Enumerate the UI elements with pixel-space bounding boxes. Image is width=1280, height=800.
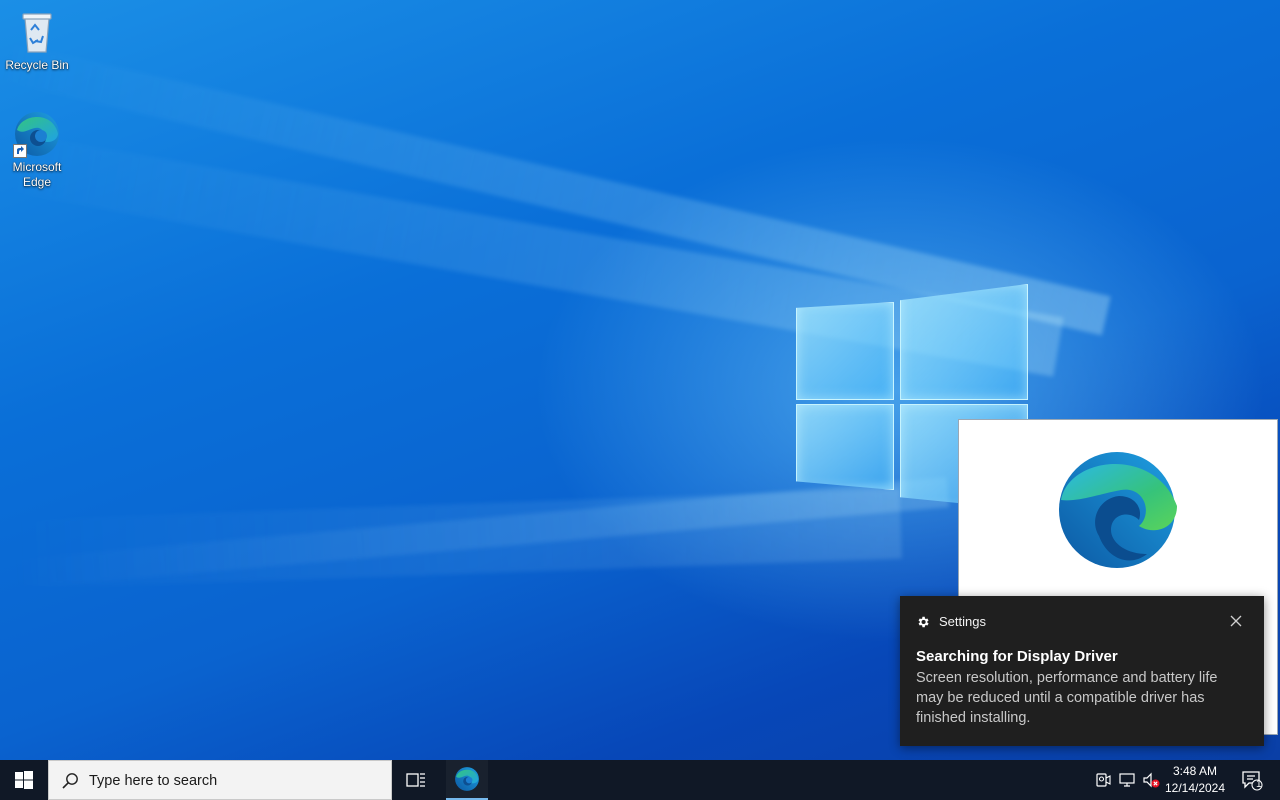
notification-app-name: Settings bbox=[939, 614, 986, 629]
notification-toast[interactable]: Settings Searching for Display Driver Sc… bbox=[900, 596, 1264, 746]
search-placeholder: Type here to search bbox=[89, 773, 218, 789]
desktop-icon-recycle-bin[interactable]: Recycle Bin bbox=[1, 8, 73, 73]
taskbar: Type here to search 3:48 AM 12/14/2024 1 bbox=[0, 760, 1280, 800]
notification-count-badge: 1 bbox=[1256, 779, 1262, 790]
meet-now-icon bbox=[1096, 773, 1111, 787]
clock-time: 3:48 AM bbox=[1172, 764, 1218, 778]
action-center-button[interactable]: 1 bbox=[1232, 760, 1272, 800]
clock-date: 12/14/2024 bbox=[1164, 781, 1226, 795]
microsoft-edge-label: Microsoft Edge bbox=[12, 160, 62, 189]
task-view-button[interactable] bbox=[396, 760, 436, 800]
recycle-bin-label: Recycle Bin bbox=[5, 58, 69, 72]
notification-body: Screen resolution, performance and batte… bbox=[916, 670, 1218, 726]
taskbar-edge-button[interactable] bbox=[446, 760, 488, 800]
close-icon bbox=[1230, 615, 1242, 627]
task-view-icon bbox=[406, 773, 425, 787]
edge-logo-icon bbox=[1059, 452, 1177, 568]
notification-header: Settings bbox=[916, 614, 986, 629]
taskbar-search-box[interactable]: Type here to search bbox=[48, 760, 392, 800]
shortcut-arrow-icon bbox=[13, 144, 27, 158]
network-icon bbox=[1119, 773, 1135, 787]
volume-tray-button[interactable] bbox=[1141, 770, 1161, 790]
edge-icon bbox=[455, 767, 479, 791]
volume-muted-icon bbox=[1143, 772, 1160, 788]
desktop-icon-microsoft-edge[interactable]: Microsoft Edge bbox=[1, 110, 73, 190]
network-tray-button[interactable] bbox=[1117, 770, 1137, 790]
notification-close-button[interactable] bbox=[1228, 613, 1244, 629]
search-icon bbox=[62, 773, 78, 789]
light-beam bbox=[0, 488, 902, 590]
taskbar-clock[interactable]: 3:48 AM 12/14/2024 bbox=[1160, 760, 1230, 800]
meet-now-tray-button[interactable] bbox=[1093, 770, 1113, 790]
gear-icon bbox=[918, 616, 929, 627]
notification-title: Searching for Display Driver bbox=[916, 648, 1118, 665]
recycle-bin-icon bbox=[13, 8, 61, 56]
edge-icon bbox=[13, 110, 61, 158]
windows-start-icon bbox=[15, 771, 33, 789]
start-button[interactable] bbox=[0, 760, 48, 800]
